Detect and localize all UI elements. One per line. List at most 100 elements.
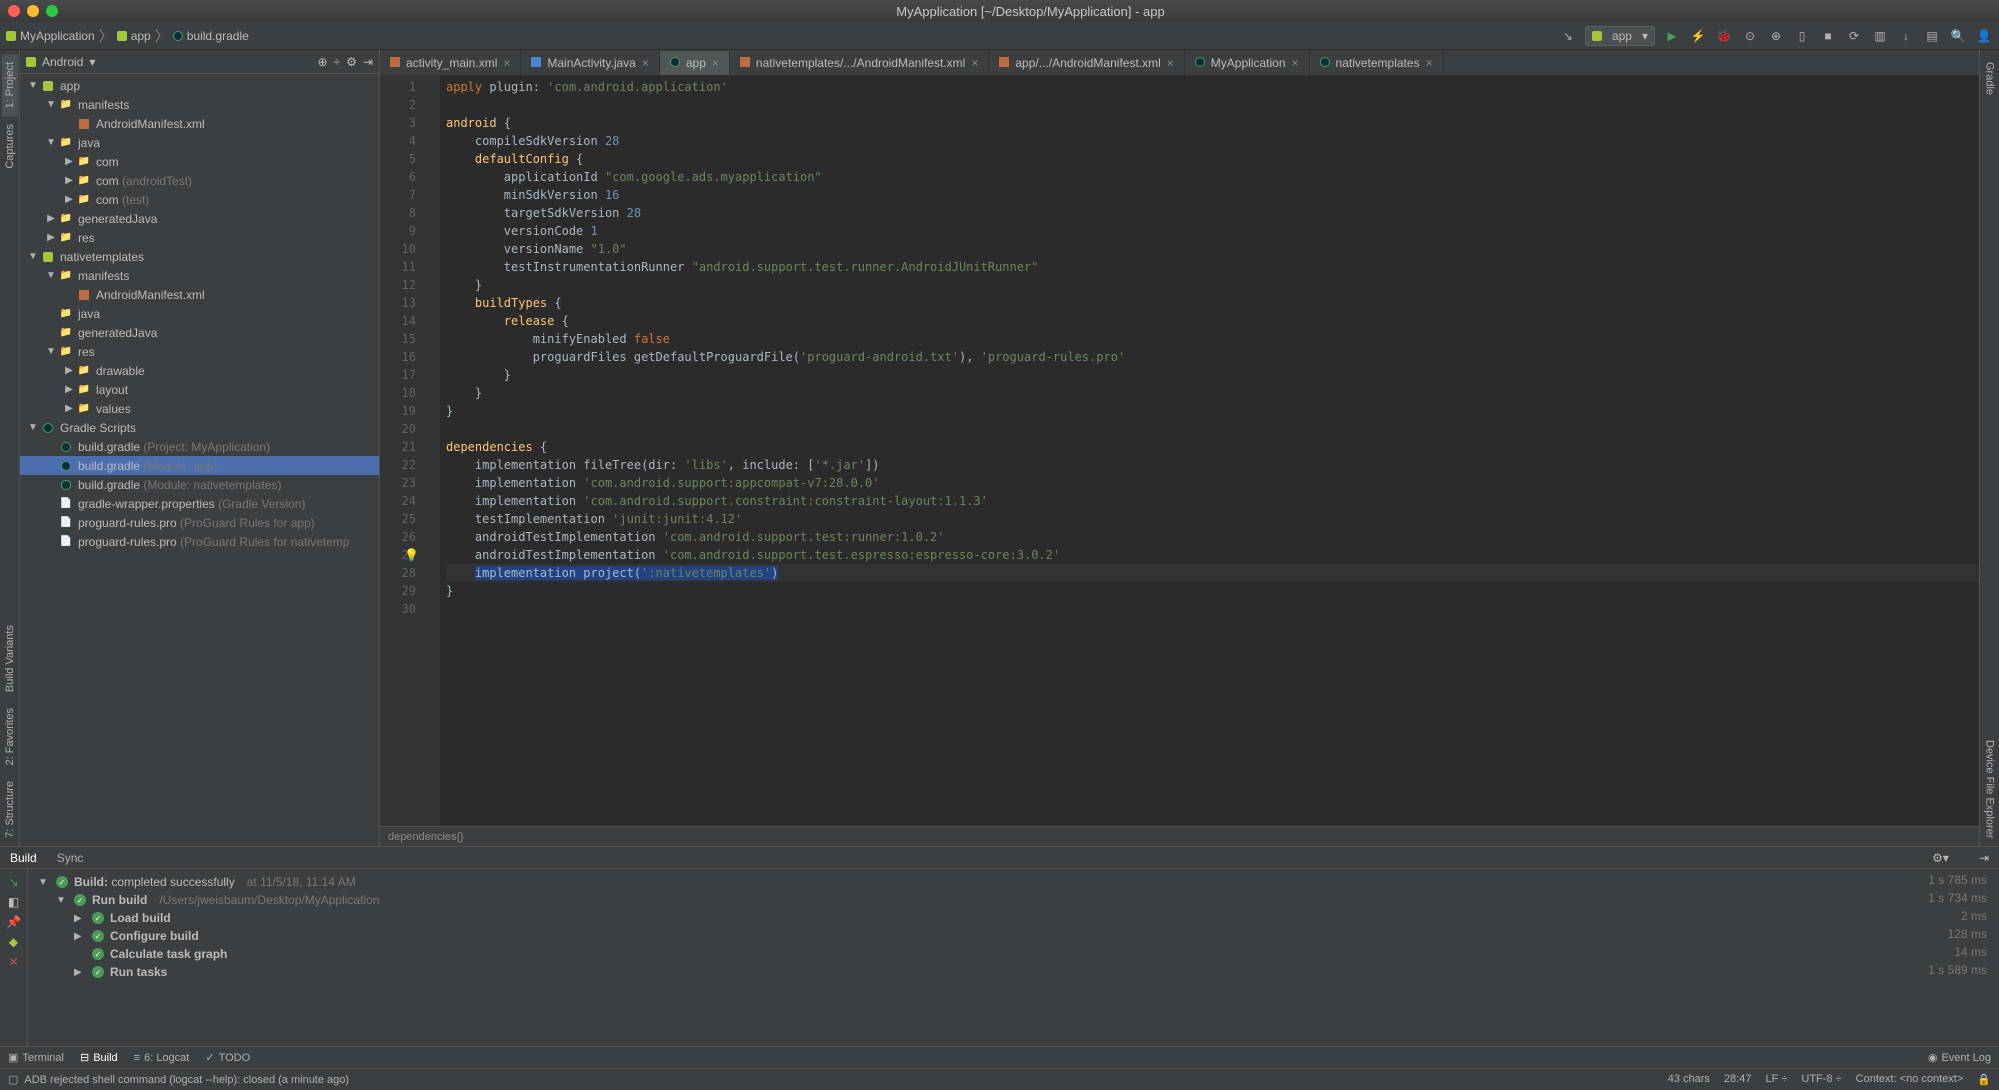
expand-arrow-icon[interactable]: ▶ [62, 156, 76, 167]
editor-tab[interactable]: activity_main.xml× [380, 51, 521, 75]
code-line[interactable] [446, 600, 1979, 618]
tab-close-icon[interactable]: × [971, 56, 978, 70]
expand-arrow-icon[interactable]: ▼ [44, 99, 58, 110]
captures-tool-tab[interactable]: Captures [2, 116, 18, 177]
line-number[interactable]: 7 [380, 186, 416, 204]
build-tab[interactable]: Build [10, 851, 37, 865]
code-line[interactable]: minSdkVersion 16 [446, 186, 1979, 204]
line-number[interactable]: 18 [380, 384, 416, 402]
apply-changes-icon[interactable]: ⚡ [1689, 27, 1707, 45]
tree-item[interactable]: ▼app [20, 76, 379, 95]
line-number[interactable]: 25 [380, 510, 416, 528]
attach-debugger-icon[interactable]: ▯ [1793, 27, 1811, 45]
line-number[interactable]: 29 [380, 582, 416, 600]
code-line[interactable]: android { [446, 114, 1979, 132]
status-encoding[interactable]: UTF-8 ÷ [1801, 1073, 1841, 1086]
expand-arrow-icon[interactable]: ▼ [38, 877, 50, 888]
tree-item[interactable]: ▶com (test) [20, 190, 379, 209]
line-number[interactable]: 3 [380, 114, 416, 132]
line-number[interactable]: 19 [380, 402, 416, 420]
expand-arrow-icon[interactable]: ▼ [26, 422, 40, 433]
code-line[interactable]: targetSdkVersion 28 [446, 204, 1979, 222]
editor-tab[interactable]: MainActivity.java× [521, 51, 660, 75]
editor-tab[interactable]: app× [660, 51, 730, 75]
build-output-tree[interactable]: ▼✓Build: completed successfully at 11/5/… [28, 869, 1999, 1046]
line-number[interactable]: 13 [380, 294, 416, 312]
scroll-to-icon[interactable]: ⊕ [318, 55, 328, 69]
gradle-tool-tab[interactable]: Gradle [1982, 54, 1998, 103]
editor-tab[interactable]: nativetemplates× [1310, 51, 1444, 75]
tree-item[interactable]: ▶res [20, 228, 379, 247]
line-number[interactable]: 28 [380, 564, 416, 582]
build-tree-row[interactable]: ▶✓Load build [38, 909, 1989, 927]
restart-icon[interactable]: ↘ [8, 875, 18, 889]
editor-breadcrumb[interactable]: dependencies{} [380, 826, 1979, 846]
settings-icon[interactable]: ⚙ [346, 55, 357, 69]
line-number-gutter[interactable]: 1234567891011121314151617181920212223242… [380, 76, 422, 826]
code-line[interactable]: apply plugin: 'com.android.application' [446, 78, 1979, 96]
tree-item[interactable]: ▶com [20, 152, 379, 171]
favorites-tool-tab[interactable]: 2: Favorites [2, 700, 18, 773]
expand-arrow-icon[interactable]: ▶ [62, 365, 76, 376]
expand-arrow-icon[interactable]: ▼ [44, 346, 58, 357]
tree-item[interactable]: ▼java [20, 133, 379, 152]
line-number[interactable]: 16 [380, 348, 416, 366]
tree-item[interactable]: build.gradle (Module: nativetemplates) [20, 475, 379, 494]
code-line[interactable]: compileSdkVersion 28 [446, 132, 1979, 150]
user-icon[interactable]: 👤 [1975, 27, 1993, 45]
code-line[interactable]: dependencies { [446, 438, 1979, 456]
tab-close-icon[interactable]: × [1426, 56, 1433, 70]
code-line[interactable]: testImplementation 'junit:junit:4.12' [446, 510, 1979, 528]
code-line[interactable]: } [446, 582, 1979, 600]
code-line[interactable]: testInstrumentationRunner "android.suppo… [446, 258, 1979, 276]
line-number[interactable]: 23 [380, 474, 416, 492]
profile-button[interactable]: ⊙ [1741, 27, 1759, 45]
avd-manager-icon[interactable]: ▥ [1871, 27, 1889, 45]
build-tree-row[interactable]: ▼✓Build: completed successfully at 11/5/… [38, 873, 1989, 891]
line-number[interactable]: 24 [380, 492, 416, 510]
line-number[interactable]: 10 [380, 240, 416, 258]
code-line[interactable]: release { [446, 312, 1979, 330]
tree-item[interactable]: ▼manifests [20, 266, 379, 285]
sdk-manager-icon[interactable]: ↓ [1897, 27, 1915, 45]
collapse-icon[interactable]: ÷ [334, 55, 341, 69]
zoom-window-button[interactable] [46, 5, 58, 17]
code-line[interactable]: versionName "1.0" [446, 240, 1979, 258]
line-number[interactable]: 20 [380, 420, 416, 438]
debug-button[interactable]: 🐞 [1715, 27, 1733, 45]
project-tree[interactable]: ▼app▼manifestsAndroidManifest.xml▼java▶c… [20, 74, 379, 846]
line-number[interactable]: 14 [380, 312, 416, 330]
status-bar-icon[interactable]: ▢ [8, 1073, 18, 1086]
line-number[interactable]: 5 [380, 150, 416, 168]
todo-tool-tab[interactable]: ✓ TODO [205, 1051, 250, 1064]
editor-tab[interactable]: MyApplication× [1185, 51, 1310, 75]
expand-arrow-icon[interactable]: ▶ [74, 931, 86, 942]
expand-arrow-icon[interactable]: ▼ [44, 270, 58, 281]
status-context[interactable]: Context: <no context> [1856, 1073, 1964, 1086]
tab-close-icon[interactable]: × [1292, 56, 1299, 70]
line-number[interactable]: 22 [380, 456, 416, 474]
android-build-icon[interactable]: ◆ [9, 935, 18, 949]
expand-arrow-icon[interactable]: ▶ [44, 232, 58, 243]
run-config-selector[interactable]: app ▾ [1585, 26, 1655, 46]
layout-inspector-icon[interactable]: ▤ [1923, 27, 1941, 45]
code-line[interactable]: proguardFiles getDefaultProguardFile('pr… [446, 348, 1979, 366]
tree-item[interactable]: build.gradle (Project: MyApplication) [20, 437, 379, 456]
tree-item[interactable]: ▼nativetemplates [20, 247, 379, 266]
line-number[interactable]: 30 [380, 600, 416, 618]
line-number[interactable]: 4 [380, 132, 416, 150]
code-editor[interactable]: apply plugin: 'com.android.application' a… [440, 76, 1979, 826]
panel-hide-icon[interactable]: ⇥ [1979, 851, 1989, 865]
expand-arrow-icon[interactable]: ▶ [74, 913, 86, 924]
breadcrumb-item[interactable]: app [117, 29, 151, 43]
tree-item[interactable]: java [20, 304, 379, 323]
status-lock-icon[interactable]: 🔒 [1977, 1073, 1991, 1086]
line-number[interactable]: 26 [380, 528, 416, 546]
tree-item[interactable]: 📄proguard-rules.pro (ProGuard Rules for … [20, 532, 379, 551]
tree-item[interactable]: ▼Gradle Scripts [20, 418, 379, 437]
structure-tool-tab[interactable]: 7: Structure [2, 773, 18, 846]
expand-arrow-icon[interactable]: ▶ [44, 213, 58, 224]
code-line[interactable]: implementation 'com.android.support:appc… [446, 474, 1979, 492]
code-line[interactable]: 💡 androidTestImplementation 'com.android… [446, 546, 1979, 564]
code-line[interactable]: applicationId "com.google.ads.myapplicat… [446, 168, 1979, 186]
